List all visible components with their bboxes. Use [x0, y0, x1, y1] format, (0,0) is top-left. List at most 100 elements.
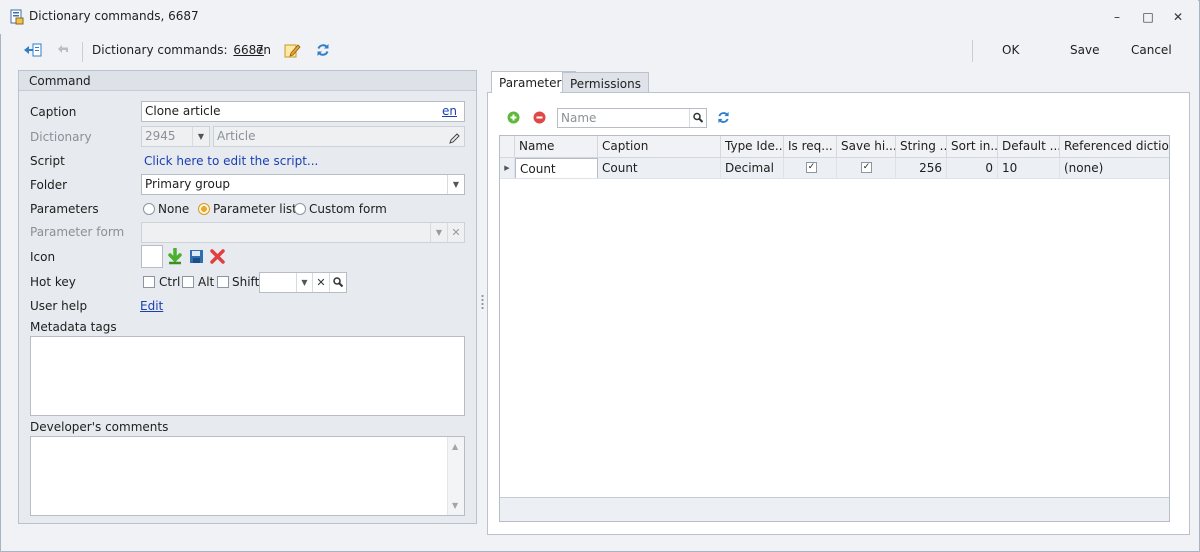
- folder-select[interactable]: Primary group ▼: [141, 174, 465, 195]
- column-header-caption[interactable]: Caption: [598, 136, 721, 158]
- caption-input[interactable]: Clone article en: [141, 101, 465, 122]
- hotkey-select[interactable]: ▼ ✕: [259, 272, 347, 293]
- cell-sort-index[interactable]: 0: [947, 158, 998, 179]
- cell-is-required[interactable]: ✓: [784, 158, 837, 179]
- column-header-type[interactable]: Type Ide...: [721, 136, 784, 158]
- navigate-to-list-icon[interactable]: [22, 42, 42, 58]
- save-icon-icon[interactable]: [189, 249, 204, 264]
- alt-checkbox[interactable]: [182, 276, 194, 288]
- clear-icon: ✕: [447, 223, 464, 242]
- parameter-form-label: Parameter form: [30, 225, 125, 239]
- column-header-default[interactable]: Default ...: [998, 136, 1060, 158]
- grid-footer: [500, 497, 1169, 521]
- caption-label: Caption: [30, 105, 77, 119]
- maximize-button[interactable]: □: [1138, 8, 1158, 26]
- grid-search-input[interactable]: Name: [557, 108, 707, 128]
- command-group-title: Command: [19, 71, 476, 91]
- parameter-form-select: ▼ ✕: [141, 222, 465, 243]
- radio-none-label[interactable]: None: [158, 202, 189, 216]
- cell-name[interactable]: Count: [515, 158, 598, 179]
- is-required-checkbox[interactable]: ✓: [806, 162, 817, 173]
- column-header-sort-index[interactable]: Sort in...: [947, 136, 998, 158]
- chevron-down-icon: ▼: [430, 223, 447, 242]
- radio-none[interactable]: [143, 203, 155, 215]
- radio-parameter-list-label[interactable]: Parameter list: [213, 202, 297, 216]
- column-header-string-length[interactable]: String ...: [896, 136, 947, 158]
- radio-custom-form-label[interactable]: Custom form: [309, 202, 387, 216]
- dictionary-name-value: Article: [217, 129, 256, 143]
- delete-icon-icon[interactable]: [209, 248, 226, 265]
- metadata-tags-textarea[interactable]: [30, 336, 465, 416]
- cell-string-length[interactable]: 256: [896, 158, 947, 179]
- tab-permissions[interactable]: Permissions: [562, 72, 649, 94]
- toolbar-divider-right: [972, 40, 973, 62]
- caption-language-link[interactable]: en: [442, 102, 457, 121]
- close-button[interactable]: ✕: [1168, 8, 1188, 26]
- edit-record-icon[interactable]: [284, 42, 301, 59]
- save-history-checkbox[interactable]: ✓: [861, 162, 872, 173]
- pencil-icon[interactable]: [449, 131, 460, 144]
- column-header-referenced-dictionary[interactable]: Referenced dictio...: [1060, 136, 1169, 158]
- scroll-down-icon[interactable]: ▼: [452, 501, 458, 510]
- cell-referenced-dictionary[interactable]: (none): [1060, 158, 1169, 179]
- back-icon[interactable]: [56, 43, 70, 57]
- app-icon: [10, 9, 24, 25]
- scrollbar[interactable]: ▲ ▼: [447, 437, 464, 515]
- refresh-icon[interactable]: [316, 43, 330, 57]
- shift-checkbox[interactable]: [217, 276, 229, 288]
- dictionary-id-field: 2945 ▼: [141, 126, 210, 147]
- row-bottom-border: [500, 178, 1169, 179]
- ok-button[interactable]: OK: [1002, 39, 1019, 61]
- column-header-save-history[interactable]: Save hi...: [837, 136, 896, 158]
- parameters-grid: Name Caption Type Ide... Is req... Save …: [499, 135, 1170, 522]
- search-icon[interactable]: [689, 109, 706, 127]
- ctrl-label[interactable]: Ctrl: [159, 275, 180, 289]
- remove-row-icon[interactable]: [533, 111, 546, 124]
- minimize-button[interactable]: –: [1107, 8, 1127, 26]
- alt-label[interactable]: Alt: [198, 275, 214, 289]
- row-indicator[interactable]: ▶: [500, 158, 515, 179]
- caption-value: Clone article: [145, 104, 221, 118]
- load-icon-icon[interactable]: [166, 247, 184, 266]
- user-help-edit-link[interactable]: Edit: [140, 299, 163, 313]
- column-header-is-required[interactable]: Is req...: [784, 136, 837, 158]
- clear-icon[interactable]: ✕: [312, 273, 329, 292]
- script-label: Script: [30, 154, 65, 168]
- folder-value: Primary group: [145, 177, 231, 191]
- cancel-button[interactable]: Cancel: [1131, 39, 1172, 61]
- title-bar: Dictionary commands, 6687 – □ ✕: [0, 0, 1198, 34]
- icon-preview: [141, 245, 163, 268]
- chevron-down-icon[interactable]: ▼: [447, 175, 464, 194]
- chevron-down-icon: ▼: [192, 127, 209, 146]
- language-label[interactable]: en: [256, 39, 271, 61]
- hotkey-label: Hot key: [30, 275, 76, 289]
- dictionary-id-value: 2945: [145, 129, 176, 143]
- folder-label: Folder: [30, 178, 68, 192]
- toolbar-divider: [82, 42, 83, 62]
- row-indicator-header: [500, 136, 515, 158]
- developer-comments-textarea[interactable]: ▲ ▼: [30, 436, 465, 516]
- window-title: Dictionary commands, 6687: [29, 9, 199, 23]
- developer-comments-label: Developer's comments: [30, 420, 169, 434]
- shift-label[interactable]: Shift: [232, 275, 259, 289]
- icon-label: Icon: [30, 250, 56, 264]
- radio-custom-form[interactable]: [294, 203, 306, 215]
- add-row-icon[interactable]: [507, 111, 520, 124]
- chevron-down-icon[interactable]: ▼: [296, 273, 312, 292]
- save-button[interactable]: Save: [1070, 39, 1099, 61]
- dictionary-label: Dictionary: [30, 130, 92, 144]
- cell-save-history[interactable]: ✓: [837, 158, 896, 179]
- edit-script-link[interactable]: Click here to edit the script...: [144, 154, 318, 168]
- cell-type[interactable]: Decimal: [721, 158, 784, 179]
- cell-default[interactable]: 10: [998, 158, 1060, 179]
- splitter-handle[interactable]: [481, 294, 484, 310]
- user-help-label: User help: [30, 299, 88, 313]
- radio-parameter-list[interactable]: [198, 203, 210, 215]
- cell-caption[interactable]: Count: [598, 158, 721, 179]
- refresh-grid-icon[interactable]: [717, 111, 730, 124]
- ctrl-checkbox[interactable]: [143, 276, 155, 288]
- breadcrumb-label: Dictionary commands:: [92, 43, 228, 57]
- column-header-name[interactable]: Name: [515, 136, 598, 158]
- scroll-up-icon[interactable]: ▲: [452, 442, 458, 451]
- search-icon[interactable]: [329, 273, 346, 292]
